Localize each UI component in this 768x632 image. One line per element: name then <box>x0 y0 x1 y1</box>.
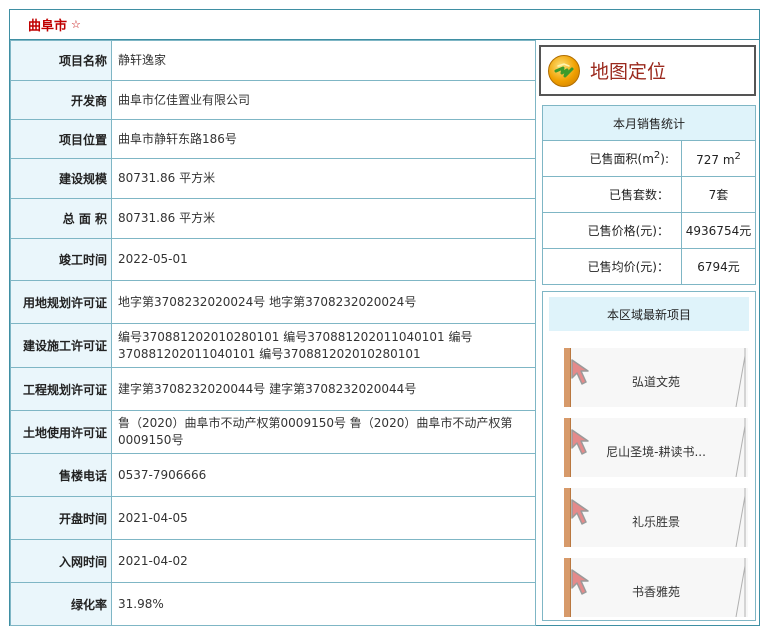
project-name: 尼山圣境-耕读书... <box>606 445 706 459</box>
info-label: 项目名称 <box>10 40 112 81</box>
sales-row-units: 已售套数： 7套 <box>543 176 755 213</box>
sold-price-label: 已售价格(元)： <box>543 212 682 249</box>
sold-area-value: 727 m2 <box>696 150 741 167</box>
project-card[interactable]: 弘道文苑 <box>564 348 748 407</box>
sold-units-value: 7套 <box>681 176 755 213</box>
info-value: 2022-05-01 <box>111 238 536 281</box>
info-label: 建设规模 <box>10 158 112 199</box>
info-row-engineering-permit: 工程规划许可证 建字第3708232020044号 建字第37082320200… <box>10 367 536 411</box>
monthly-sales-box: 本月销售统计 已售面积(m2): 727 m2 已售套数： 7套 已售价格(元)… <box>542 105 756 285</box>
city-title: 曲阜市 <box>28 19 68 34</box>
sales-title: 本月销售统计 <box>543 106 755 141</box>
regional-projects-title: 本区域最新项目 <box>549 297 749 331</box>
info-row-developer: 开发商 曲阜市亿佳置业有限公司 <box>10 80 536 120</box>
info-label: 工程规划许可证 <box>10 367 112 411</box>
info-row-construction-permit: 建设施工许可证 编号370881202010280101 编号370881202… <box>10 323 536 368</box>
info-label: 建设施工许可证 <box>10 323 112 368</box>
info-label: 总 面 积 <box>10 198 112 239</box>
project-name: 弘道文苑 <box>631 375 680 389</box>
project-card[interactable]: 礼乐胜景 <box>564 488 748 547</box>
sold-area-label: 已售面积(m2): <box>543 141 682 177</box>
info-value: 建字第3708232020044号 建字第3708232020044号 <box>111 367 536 411</box>
sales-row-avg: 已售均价(元)： 6794元 <box>543 248 755 284</box>
info-label: 项目位置 <box>10 119 112 159</box>
info-label: 售楼电话 <box>10 453 112 497</box>
sold-price-value: 4936754元 <box>681 212 755 249</box>
info-value: 2021-04-02 <box>111 539 536 583</box>
info-label: 绿化率 <box>10 582 112 626</box>
avg-price-label: 已售均价(元)： <box>543 248 682 284</box>
avg-price-value: 6794元 <box>681 248 755 284</box>
info-label: 土地使用许可证 <box>10 410 112 454</box>
info-row-open-date: 开盘时间 2021-04-05 <box>10 496 536 540</box>
info-row-phone: 售楼电话 0537-7906666 <box>10 453 536 497</box>
info-label: 开盘时间 <box>10 496 112 540</box>
project-info-table: 项目名称 静轩逸家 开发商 曲阜市亿佳置业有限公司 项目位置 曲阜市静轩东路18… <box>10 40 536 626</box>
info-row-land-use-permit: 土地使用许可证 鲁（2020）曲阜市不动产权第0009150号 鲁（2020）曲… <box>10 410 536 454</box>
project-card[interactable]: 书香雅苑 <box>564 558 748 617</box>
info-value: 曲阜市亿佳置业有限公司 <box>111 80 536 120</box>
map-location-label: 地图定位 <box>590 61 667 83</box>
info-value: 2021-04-05 <box>111 496 536 540</box>
sales-phone: 0537-7906666 <box>111 453 536 497</box>
sales-row-area: 已售面积(m2): 727 m2 <box>543 141 755 177</box>
sold-units-label: 已售套数： <box>543 176 682 213</box>
project-name: 书香雅苑 <box>631 585 680 599</box>
info-value: 鲁（2020）曲阜市不动产权第0009150号 鲁（2020）曲阜市不动产权第0… <box>111 410 536 454</box>
star-icon[interactable]: ☆ <box>71 18 81 31</box>
info-row-location: 项目位置 曲阜市静轩东路186号 <box>10 119 536 159</box>
info-value: 31.98% <box>111 582 536 626</box>
info-label: 入网时间 <box>10 539 112 583</box>
info-label: 开发商 <box>10 80 112 120</box>
info-row-completion: 竣工时间 2022-05-01 <box>10 238 536 281</box>
project-info-panel: 曲阜市 ☆ 项目名称 静轩逸家 开发商 曲阜市亿佳置业有限公司 项目位置 曲阜市… <box>9 9 760 626</box>
panel-header: 曲阜市 ☆ <box>10 10 759 40</box>
info-row-scale: 建设规模 80731.86 平方米 <box>10 158 536 199</box>
info-row-listing-date: 入网时间 2021-04-02 <box>10 539 536 583</box>
map-location-button[interactable]: 地图定位 <box>539 45 756 96</box>
sales-table: 已售面积(m2): 727 m2 已售套数： 7套 已售价格(元)： 49367… <box>543 141 755 284</box>
project-card[interactable]: 尼山圣境-耕读书... <box>564 418 748 477</box>
sales-row-price: 已售价格(元)： 4936754元 <box>543 212 755 249</box>
info-value: 80731.86 平方米 <box>111 198 536 239</box>
info-row-land-plan-permit: 用地规划许可证 地字第3708232020024号 地字第37082320200… <box>10 280 536 324</box>
info-value: 静轩逸家 <box>111 40 536 81</box>
regional-projects-box: 本区域最新项目 弘道文苑 尼山圣境-耕读书... 礼乐胜景 书香雅苑 <box>542 291 756 621</box>
info-label: 用地规划许可证 <box>10 280 112 324</box>
info-row-total-area: 总 面 积 80731.86 平方米 <box>10 198 536 239</box>
globe-icon <box>548 54 580 87</box>
project-name: 礼乐胜景 <box>631 515 680 529</box>
info-value: 曲阜市静轩东路186号 <box>111 119 536 159</box>
info-row-green-rate: 绿化率 31.98% <box>10 582 536 626</box>
info-value: 80731.86 平方米 <box>111 158 536 199</box>
info-row-name: 项目名称 静轩逸家 <box>10 40 536 81</box>
info-value: 编号370881202010280101 编号37088120201104010… <box>111 323 536 368</box>
info-label: 竣工时间 <box>10 238 112 281</box>
info-value: 地字第3708232020024号 地字第3708232020024号 <box>111 280 536 324</box>
